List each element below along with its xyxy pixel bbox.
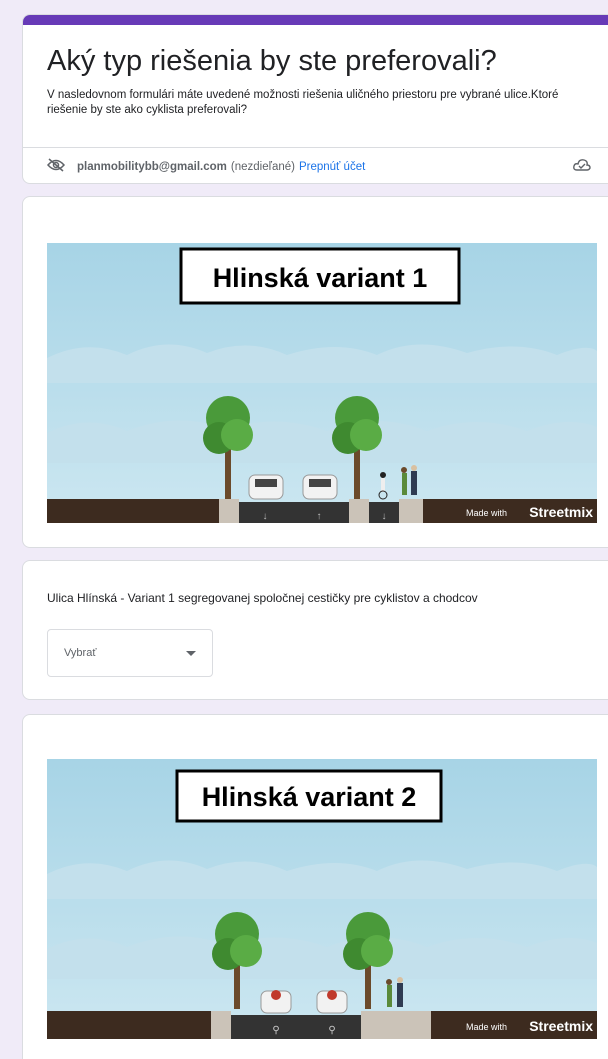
form-description: V nasledovnom formulári máte uvedené mož… [47,89,559,116]
image-card-variant-2: Hlinská variant 2 ⚲ ⚲ Made with Streetmi… [22,714,608,1059]
question-card: Ulica Hlínská - Variant 1 segregovanej s… [22,560,608,700]
svg-text:↑: ↑ [317,511,322,522]
shared-status: (nezdieľané) [230,160,295,173]
account-row: planmobilitybb@gmail.com (nezdieľané) Pr… [23,147,608,183]
streetmix-image-variant-2: Hlinská variant 2 ⚲ ⚲ Made with Streetmi… [47,759,597,1039]
streetmix-image-variant-1: Hlinská variant 1 ↓ ↑ ↓ Made with Street… [47,243,597,523]
switch-account-link[interactable]: Prepnúť účet [299,161,365,173]
svg-text:⚲: ⚲ [328,1025,335,1036]
variant-sign-text: Hlinská variant 2 [202,782,417,812]
svg-text:↓: ↓ [382,511,387,522]
watermark-prefix: Made with [466,1022,507,1032]
eye-off-icon [46,158,66,175]
svg-text:↓: ↓ [263,511,268,522]
question-text: Ulica Hlínská - Variant 1 segregovanej s… [47,591,478,605]
watermark-brand: Streetmix [529,504,593,520]
form-header-card: Aký typ riešenia by ste preferovali? V n… [22,14,608,184]
svg-text:⚲: ⚲ [272,1025,279,1036]
dropdown-arrow-icon [186,651,196,656]
dropdown-value: Vybrať [64,647,97,659]
image-card-variant-1: Hlinská variant 1 ↓ ↑ ↓ Made with Street… [22,196,608,548]
header-accent-bar [23,15,608,25]
watermark-brand: Streetmix [529,1018,593,1034]
account-email: planmobilitybb@gmail.com [77,160,227,173]
variant-sign-text: Hlinská variant 1 [213,263,428,293]
form-title: Aký typ riešenia by ste preferovali? [47,45,497,77]
cloud-saved-icon [573,158,591,175]
answer-dropdown[interactable]: Vybrať [47,629,213,677]
watermark-prefix: Made with [466,508,507,518]
